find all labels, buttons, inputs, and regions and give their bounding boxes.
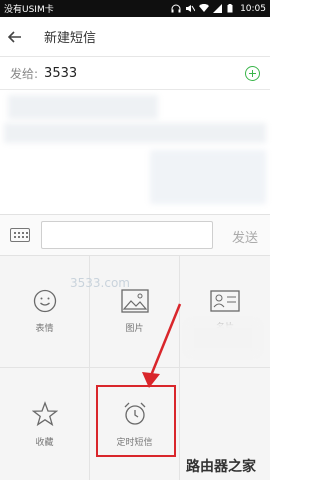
page-title: 新建短信: [44, 31, 97, 46]
recipient-value[interactable]: 3533: [44, 66, 77, 81]
contact-card-icon: [210, 290, 240, 312]
blurred-region: [150, 150, 266, 204]
recipient-row[interactable]: 发给: 3533: [0, 57, 270, 90]
app-bar: 新建短信: [0, 17, 270, 57]
watermark: 路由器之家: [186, 459, 256, 475]
blurred-region: [4, 123, 266, 143]
arrow-left-icon: [8, 30, 21, 43]
blurred-region: [8, 95, 158, 119]
status-bar: 没有USIM卡 10:05: [0, 0, 270, 17]
keyboard-icon[interactable]: [10, 228, 30, 242]
add-contact-icon[interactable]: [245, 66, 260, 81]
wifi-icon: [199, 4, 210, 12]
favorites-button[interactable]: 收藏: [0, 368, 90, 480]
headphone-icon: [171, 4, 181, 13]
status-icons: 10:05: [171, 4, 266, 14]
blurred-region: [188, 322, 258, 354]
status-time: 10:05: [240, 3, 266, 14]
star-icon: [31, 400, 58, 426]
recipient-label: 发给:: [10, 66, 39, 81]
mute-icon: [186, 5, 196, 12]
back-button[interactable]: [0, 17, 30, 57]
compose-bar: 发送: [0, 214, 270, 256]
pointer-arrow-icon: [142, 303, 182, 388]
favorites-label: 收藏: [35, 437, 54, 448]
send-button[interactable]: 发送: [232, 227, 258, 246]
carrier-text: 没有USIM卡: [4, 5, 54, 15]
watermark-faint: 3533.com: [70, 276, 130, 290]
screen: 没有USIM卡 10:05 新建短信 发给: 3533 发送 表情 图片 收藏 …: [0, 0, 270, 480]
highlight-box: [96, 385, 176, 457]
battery-icon: [227, 4, 233, 13]
emoji-button[interactable]: 表情: [0, 256, 90, 368]
signal-icon: [213, 4, 223, 13]
smiley-icon: [33, 289, 56, 313]
emoji-label: 表情: [35, 324, 54, 334]
message-input[interactable]: [41, 221, 213, 249]
